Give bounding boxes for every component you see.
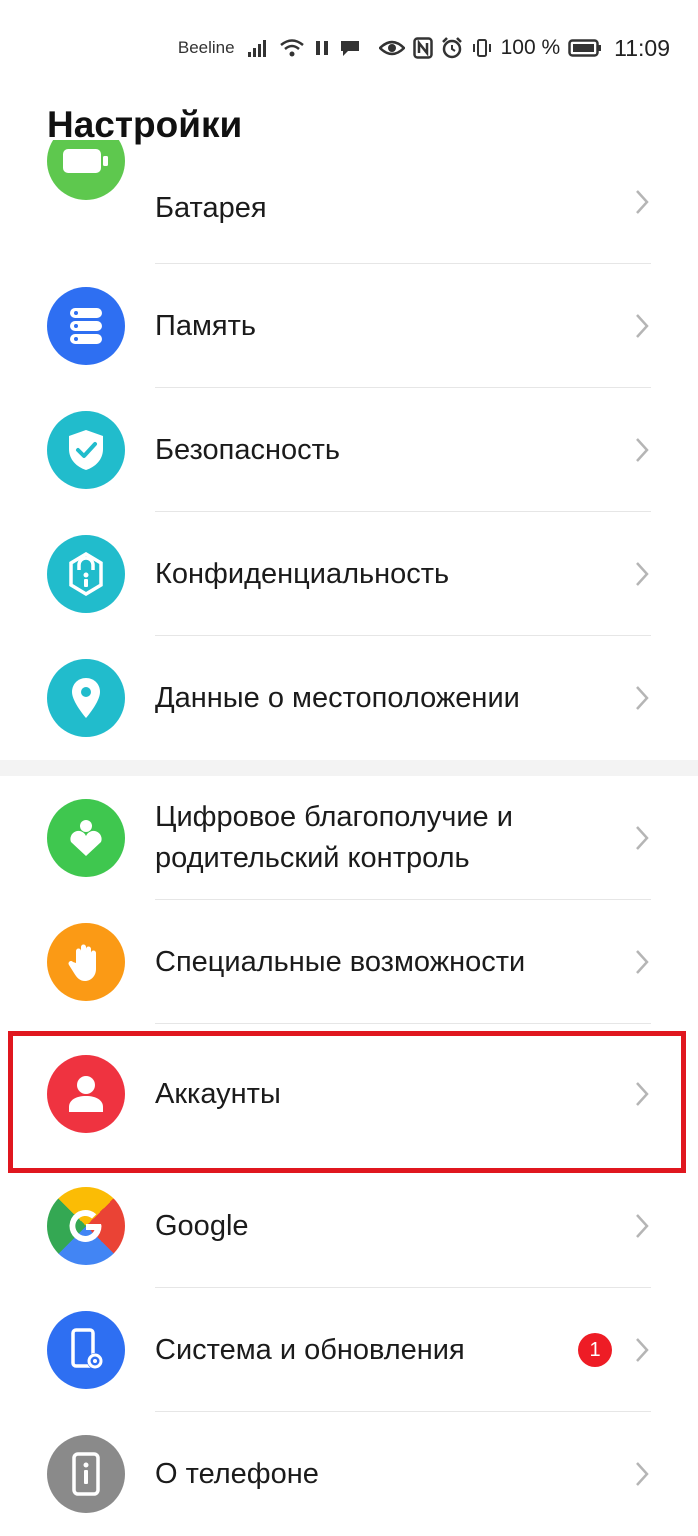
battery-status-icon — [568, 39, 602, 57]
chevron-right-icon — [636, 1214, 649, 1238]
pause-icon — [313, 39, 331, 57]
eye-icon — [378, 38, 405, 58]
settings-item-accessibility[interactable]: Специальные возможности — [0, 900, 698, 1024]
chevron-right-icon — [636, 190, 649, 214]
chevron-right-icon — [636, 562, 649, 586]
signal-icon — [247, 38, 271, 58]
vibrate-icon — [471, 37, 493, 59]
alarm-icon — [441, 37, 463, 59]
settings-group-2: Цифровое благополучие и родительский кон… — [0, 776, 698, 1536]
carrier-name: Beeline — [177, 38, 235, 57]
settings-item-label: Цифровое благополучие и родительский кон… — [155, 801, 513, 874]
location-pin-icon — [47, 659, 125, 737]
privacy-lock-icon — [47, 535, 125, 613]
nfc-icon — [412, 37, 433, 59]
section-separator — [0, 760, 698, 776]
settings-item-system-updates[interactable]: Система и обновления 1 — [0, 1288, 698, 1412]
chevron-right-icon — [636, 438, 649, 462]
settings-group-1: Батарея Память Безопасность Конфиденциал… — [0, 140, 698, 760]
battery-icon — [47, 140, 125, 200]
chevron-right-icon — [636, 950, 649, 974]
digital-wellbeing-icon — [47, 799, 125, 877]
settings-item-google[interactable]: Google — [0, 1164, 698, 1288]
phone-info-icon — [47, 1435, 125, 1513]
settings-item-label: Google — [155, 1209, 249, 1242]
notification-badge: 1 — [578, 1333, 612, 1367]
settings-item-about-phone[interactable]: О телефоне — [0, 1412, 698, 1536]
settings-item-label: Память — [155, 309, 257, 342]
chevron-right-icon — [636, 686, 649, 710]
shield-check-icon — [47, 411, 125, 489]
settings-item-location[interactable]: Данные о местоположении — [0, 636, 698, 760]
chevron-right-icon — [636, 314, 649, 338]
settings-item-label: О телефоне — [155, 1457, 319, 1490]
user-icon — [47, 1055, 125, 1133]
clock: 11:09 — [614, 34, 670, 61]
hand-icon — [47, 923, 125, 1001]
settings-item-label: Конфиденциальность — [155, 557, 450, 590]
chevron-right-icon — [636, 826, 649, 850]
system-update-icon — [47, 1311, 125, 1389]
settings-item-digital-wellbeing[interactable]: Цифровое благополучие и родительский кон… — [0, 776, 698, 900]
message-icon — [339, 38, 361, 58]
settings-item-accounts[interactable]: Аккаунты — [0, 1024, 698, 1164]
chevron-right-icon — [636, 1462, 649, 1486]
settings-item-storage[interactable]: Память — [0, 264, 698, 388]
settings-item-label: Специальные возможности — [155, 945, 526, 978]
settings-item-security[interactable]: Безопасность — [0, 388, 698, 512]
settings-item-battery[interactable]: Батарея — [0, 140, 698, 264]
settings-item-label: Данные о местоположении — [155, 681, 520, 714]
settings-item-label: Батарея — [155, 192, 267, 224]
storage-icon — [47, 287, 125, 365]
settings-item-label: Система и обновления — [155, 1333, 465, 1366]
google-icon — [47, 1187, 125, 1265]
wifi-icon — [279, 38, 305, 58]
chevron-right-icon — [636, 1338, 649, 1362]
settings-item-privacy[interactable]: Конфиденциальность — [0, 512, 698, 636]
settings-item-label: Безопасность — [155, 433, 340, 466]
status-bar: Beeline 100 % 11:09 — [0, 0, 698, 96]
battery-percent: 100 % — [500, 36, 561, 59]
chevron-right-icon — [636, 1082, 649, 1106]
settings-item-label: Аккаунты — [155, 1077, 281, 1110]
